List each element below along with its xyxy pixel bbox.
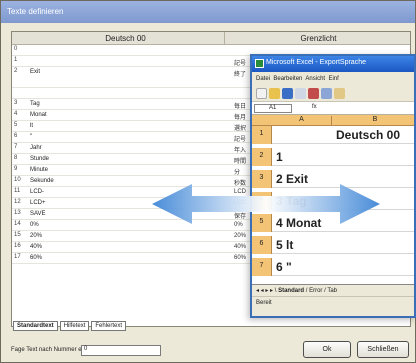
excel-row[interactable]: 21 [252, 148, 414, 166]
row-number: 7 [14, 144, 18, 150]
row-text-grenzlicht[interactable]: 記号 [234, 58, 246, 67]
row-text-grenzlicht[interactable]: 分 [234, 167, 240, 176]
copy-icon[interactable] [321, 88, 332, 99]
print-icon[interactable] [295, 88, 306, 99]
row-text-deutsch[interactable]: SAVE [30, 211, 46, 217]
row-text-grenzlicht[interactable]: 60% [234, 255, 246, 261]
row-text-grenzlicht[interactable]: 年入 [234, 145, 246, 154]
row-text-deutsch[interactable]: LCD- [30, 189, 44, 195]
paste-icon[interactable] [334, 88, 345, 99]
row-text-deutsch[interactable]: 20% [30, 233, 42, 239]
dialog-footer: Fage Text nach Nummer ein: 0 Ok Schließe… [1, 333, 415, 363]
row-text-deutsch[interactable]: Stunde [30, 156, 49, 162]
search-number-input[interactable]: 0 [81, 345, 161, 356]
column-a[interactable]: A [272, 116, 332, 126]
column-header-grenzlicht[interactable]: Grenzlicht [225, 32, 410, 45]
menu-bearbeiten[interactable]: Bearbeiten [273, 76, 302, 82]
row-number: 3 [14, 100, 18, 106]
row-text-grenzlicht[interactable]: 毎月 [234, 112, 246, 121]
ok-button[interactable]: Ok [303, 341, 351, 358]
name-box[interactable]: A1 [254, 104, 292, 113]
dialog-title: Texte definieren [1, 1, 415, 23]
excel-title: Microsoft Excel - ExportSprache [252, 56, 414, 72]
row-number: 2 [14, 68, 18, 74]
excel-logo-icon [255, 59, 264, 68]
row-text-deutsch[interactable]: LCD+ [30, 200, 46, 206]
row-number: 1 [14, 57, 18, 63]
menu-ansicht[interactable]: Ansicht [305, 76, 325, 82]
excel-row[interactable]: 1 Deutsch 00 [252, 126, 414, 144]
row-text-grenzlicht[interactable]: 40% [234, 244, 246, 250]
excel-column-headers: A B [252, 115, 414, 126]
row-text-deutsch[interactable]: Tag [30, 101, 40, 107]
excel-cell-a[interactable]: 6 " [276, 260, 292, 274]
excel-row-number[interactable]: 6 [252, 236, 272, 254]
tab-fehlertext[interactable]: Fehlertext [91, 321, 127, 331]
row-text-deutsch[interactable]: lt [30, 123, 33, 129]
row-number: 5 [14, 122, 18, 128]
grid-header: Deutsch 00 Grenzlicht [12, 32, 410, 45]
menu-datei[interactable]: Datei [256, 76, 270, 82]
row-text-deutsch[interactable]: Exit [30, 69, 40, 75]
menu-einf[interactable]: Einf [328, 76, 338, 82]
row-number: 8 [14, 155, 18, 161]
save-icon[interactable] [282, 88, 293, 99]
excel-row-number[interactable]: 7 [252, 258, 272, 276]
row-text-deutsch[interactable]: 40% [30, 244, 42, 250]
excel-row-number[interactable]: 1 [252, 126, 272, 144]
row-text-deutsch[interactable]: 60% [30, 255, 42, 261]
row-number: 9 [14, 166, 18, 172]
row-number: 6 [14, 133, 18, 139]
tab-hilfetext[interactable]: Hilfetext [59, 321, 90, 331]
row-number: 17 [14, 254, 21, 260]
row-number: 10 [14, 177, 21, 183]
row-number: 15 [14, 232, 21, 238]
row-number: 14 [14, 221, 21, 227]
row-text-grenzlicht[interactable]: 記号 [234, 134, 246, 143]
excel-cell-a[interactable]: 1 [276, 150, 283, 164]
row-text-grenzlicht[interactable]: 毎日 [234, 101, 246, 110]
row-text-grenzlicht[interactable]: 終了 [234, 69, 246, 78]
sheet-tabs: Standardtext Hilfetext Fehlertext [13, 321, 263, 331]
excel-row[interactable]: 7 6 " [252, 258, 414, 276]
search-label: Fage Text nach Nummer ein: [11, 347, 88, 353]
row-text-deutsch[interactable]: Minute [30, 167, 48, 173]
row-number: 0 [14, 46, 18, 52]
new-icon[interactable] [256, 88, 267, 99]
row-number: 4 [14, 111, 18, 117]
row-text-deutsch[interactable]: 0% [30, 222, 39, 228]
double-arrow-icon [152, 184, 380, 224]
column-header-deutsch[interactable]: Deutsch 00 [27, 32, 225, 45]
tab-standardtext[interactable]: Standardtext [13, 321, 58, 331]
excel-menu: Datei Bearbeiten Ansicht Einf [252, 72, 414, 86]
fx-icon: fx [312, 104, 317, 110]
excel-sheet-tabs: ◂ ◂ ▸ ▸ \ Standard / Error / Tab [252, 284, 414, 296]
excel-cell-b[interactable]: Deutsch 00 [336, 128, 400, 142]
excel-row-number[interactable]: 2 [252, 148, 272, 166]
excel-tab-tab[interactable]: Tab [327, 288, 337, 294]
row-text-deutsch[interactable]: Jahr [30, 145, 42, 151]
column-b[interactable]: B [332, 116, 414, 123]
row-text-deutsch[interactable]: Sekunde [30, 178, 54, 184]
excel-toolbar [252, 86, 414, 102]
excel-tab-standard[interactable]: Standard [278, 288, 304, 294]
formula-bar: A1 fx [252, 102, 414, 115]
row-text-grenzlicht[interactable]: 20% [234, 233, 246, 239]
excel-status-bar: Bereit [252, 296, 414, 316]
excel-row[interactable]: 6 5 lt [252, 236, 414, 254]
row-number: 16 [14, 243, 21, 249]
row-number: 11 [14, 188, 21, 194]
row-text-grenzlicht[interactable]: 時間 [234, 156, 246, 165]
row-number [12, 89, 27, 99]
excel-cell-a[interactable]: 5 lt [276, 238, 293, 252]
open-icon[interactable] [269, 88, 280, 99]
row-text-deutsch[interactable]: Monat [30, 112, 47, 118]
row-number: 13 [14, 210, 21, 216]
row-text-deutsch[interactable]: " [30, 134, 32, 140]
cut-icon[interactable] [308, 88, 319, 99]
row-number: 12 [14, 199, 21, 205]
row-text-grenzlicht[interactable]: 選択 [234, 123, 246, 132]
excel-tab-error[interactable]: Error [309, 288, 322, 294]
close-button[interactable]: Schließen [357, 341, 409, 358]
